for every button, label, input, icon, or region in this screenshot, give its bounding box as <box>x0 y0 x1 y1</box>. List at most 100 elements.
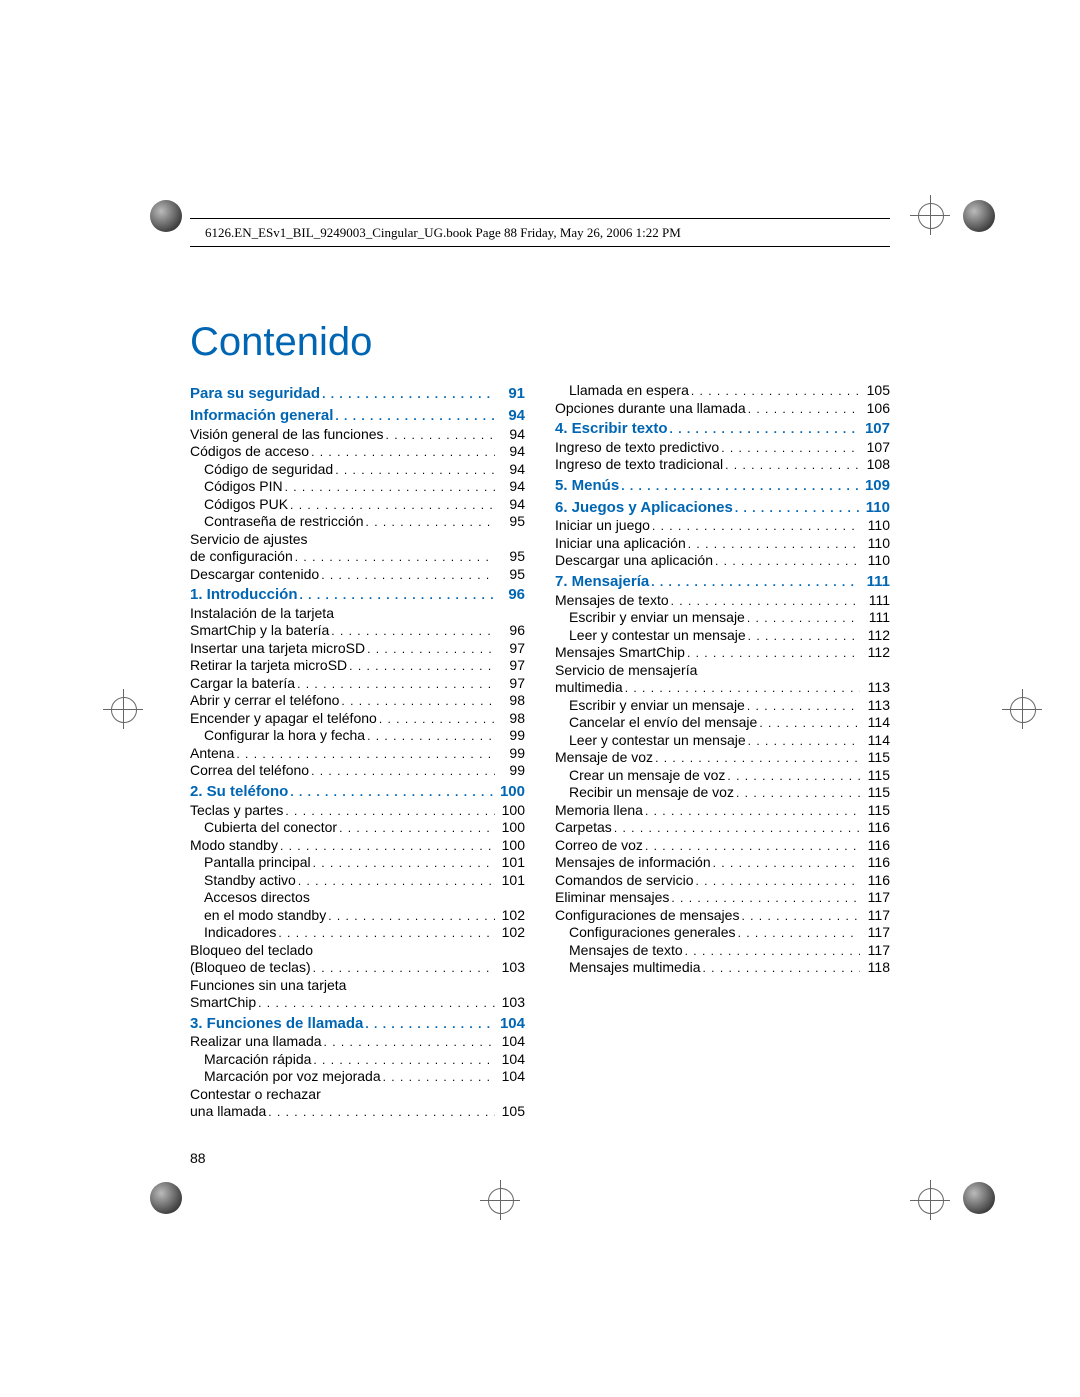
toc-leader-dots: . . . . . . . . . . . . . . . . . . . . … <box>319 568 495 583</box>
toc-leader-dots: . . . . . . . . . . . . . . . . . . . . … <box>669 594 860 609</box>
toc-entry: Correa del teléfono. . . . . . . . . . .… <box>190 762 525 780</box>
toc-label: Mensajes de texto <box>569 942 683 960</box>
toc-page-number: 94 <box>495 443 525 461</box>
toc-label: Servicio de mensajería <box>555 662 697 680</box>
toc-label: multimedia <box>555 679 623 697</box>
toc-page-number: 97 <box>495 657 525 675</box>
toc-entry: Configuraciones generales. . . . . . . .… <box>555 924 890 942</box>
toc-heading: 7. Mensajería. . . . . . . . . . . . . .… <box>555 573 890 592</box>
toc-leader-dots: . . . . . . . . . . . . . . . . . . . . … <box>326 909 495 924</box>
toc-page-number: 96 <box>495 586 525 605</box>
toc-leader-dots: . . . . . . . . . . . . . . . . . . . . … <box>739 909 860 924</box>
toc-entry: una llamada. . . . . . . . . . . . . . .… <box>190 1103 525 1121</box>
toc-page-number: 110 <box>860 552 890 570</box>
toc-leader-dots: . . . . . . . . . . . . . . . . . . . . … <box>333 463 495 478</box>
toc-entry: Carpetas. . . . . . . . . . . . . . . . … <box>555 819 890 837</box>
toc-leader-dots: . . . . . . . . . . . . . . . . . . . . … <box>685 646 860 661</box>
toc-page-number: 95 <box>495 548 525 566</box>
toc-page-number: 115 <box>860 802 890 820</box>
toc-leader-dots: . . . . . . . . . . . . . . . . . . . . … <box>694 874 860 889</box>
toc-leader-dots: . . . . . . . . . . . . . . . . . . . . … <box>745 611 860 626</box>
toc-leader-dots: . . . . . . . . . . . . . . . . . . . . … <box>757 716 860 731</box>
toc-label: en el modo standby <box>204 907 326 925</box>
toc-entry: Bloqueo del teclado <box>190 942 525 960</box>
toc-page-number: 111 <box>860 609 890 627</box>
toc-label: Accesos directos <box>204 889 310 907</box>
toc-entry: Mensajes multimedia. . . . . . . . . . .… <box>555 959 890 977</box>
toc-entry: Indicadores. . . . . . . . . . . . . . .… <box>190 924 525 942</box>
toc-label: Correo de voz <box>555 837 643 855</box>
toc-leader-dots: . . . . . . . . . . . . . . . . . . . . … <box>329 624 495 639</box>
toc-entry: Memoria llena. . . . . . . . . . . . . .… <box>555 802 890 820</box>
toc-page-number: 107 <box>860 420 890 439</box>
toc-label: 6. Juegos y Aplicaciones <box>555 499 733 518</box>
toc-entry: Insertar una tarjeta microSD. . . . . . … <box>190 640 525 658</box>
toc-page-number: 114 <box>860 714 890 732</box>
toc-entry: Funciones sin una tarjeta <box>190 977 525 995</box>
toc-label: Memoria llena <box>555 802 643 820</box>
toc-leader-dots: . . . . . . . . . . . . . . . . . . . . … <box>311 1053 495 1068</box>
toc-label: Marcación por voz mejorada <box>204 1068 381 1086</box>
toc-leader-dots: . . . . . . . . . . . . . . . . . . . . … <box>669 891 860 906</box>
toc-label: Mensajes de texto <box>555 592 669 610</box>
toc-leader-dots: . . . . . . . . . . . . . . . . . . . . … <box>381 1070 495 1085</box>
toc-entry: SmartChip. . . . . . . . . . . . . . . .… <box>190 994 525 1012</box>
toc-label: Abrir y cerrar el teléfono <box>190 692 339 710</box>
toc-entry: Visión general de las funciones. . . . .… <box>190 426 525 444</box>
toc-leader-dots: . . . . . . . . . . . . . . . . . . . . … <box>320 387 495 402</box>
toc-leader-dots: . . . . . . . . . . . . . . . . . . . . … <box>309 445 495 460</box>
print-mark-sphere <box>963 1182 995 1214</box>
toc-page-number: 108 <box>860 456 890 474</box>
toc-entry: Mensajes de información. . . . . . . . .… <box>555 854 890 872</box>
toc-leader-dots: . . . . . . . . . . . . . . . . . . . . … <box>653 751 860 766</box>
toc-page-number: 105 <box>860 382 890 400</box>
toc-entry: Servicio de mensajería <box>555 662 890 680</box>
toc-page-number: 102 <box>495 924 525 942</box>
toc-heading: 6. Juegos y Aplicaciones. . . . . . . . … <box>555 499 890 518</box>
toc-page-number: 110 <box>860 499 890 518</box>
toc-page-number: 115 <box>860 749 890 767</box>
toc-label: Leer y contestar un mensaje <box>569 627 746 645</box>
toc-entry: multimedia. . . . . . . . . . . . . . . … <box>555 679 890 697</box>
toc-page-number: 116 <box>860 872 890 890</box>
toc-label: 7. Mensajería <box>555 573 649 592</box>
toc-label: Cancelar el envío del mensaje <box>569 714 757 732</box>
toc-page-number: 114 <box>860 732 890 750</box>
toc-page-number: 100 <box>495 819 525 837</box>
toc-entry: Códigos de acceso. . . . . . . . . . . .… <box>190 443 525 461</box>
toc-label: Descargar una aplicación <box>555 552 713 570</box>
toc-label: (Bloqueo de teclas) <box>190 959 311 977</box>
toc-entry: Ingreso de texto tradicional. . . . . . … <box>555 456 890 474</box>
toc-heading: 5. Menús. . . . . . . . . . . . . . . . … <box>555 477 890 496</box>
toc-entry: (Bloqueo de teclas). . . . . . . . . . .… <box>190 959 525 977</box>
toc-page-number: 103 <box>495 994 525 1012</box>
toc-page-number: 100 <box>495 837 525 855</box>
toc-heading: Para su seguridad. . . . . . . . . . . .… <box>190 385 525 404</box>
toc-label: Mensajes de información <box>555 854 711 872</box>
toc-label: Descargar contenido <box>190 566 319 584</box>
toc-entry: Standby activo. . . . . . . . . . . . . … <box>190 872 525 890</box>
crop-mark <box>103 689 143 729</box>
toc-entry: Marcación rápida. . . . . . . . . . . . … <box>190 1051 525 1069</box>
toc-page-number: 111 <box>860 592 890 610</box>
toc-leader-dots: . . . . . . . . . . . . . . . . . . . . … <box>298 588 495 603</box>
toc-page-number: 102 <box>495 907 525 925</box>
toc-page-number: 112 <box>860 644 890 662</box>
toc-label: Carpetas <box>555 819 612 837</box>
toc-label: Funciones sin una tarjeta <box>190 977 346 995</box>
toc-leader-dots: . . . . . . . . . . . . . . . . . . . . … <box>364 515 495 530</box>
header-rule-bottom <box>190 246 890 247</box>
toc-entry: Mensajes de texto. . . . . . . . . . . .… <box>555 592 890 610</box>
toc-leader-dots: . . . . . . . . . . . . . . . . . . . . … <box>643 839 860 854</box>
toc-label: una llamada <box>190 1103 266 1121</box>
crop-mark <box>910 1180 950 1220</box>
toc-page-number: 117 <box>860 924 890 942</box>
toc-page-number: 115 <box>860 767 890 785</box>
toc-label: Cubierta del conector <box>204 819 337 837</box>
toc-page-number: 116 <box>860 854 890 872</box>
toc-entry: Encender y apagar el teléfono. . . . . .… <box>190 710 525 728</box>
toc-entry: Descargar contenido. . . . . . . . . . .… <box>190 566 525 584</box>
toc-page-number: 94 <box>495 496 525 514</box>
toc-entry: de configuración. . . . . . . . . . . . … <box>190 548 525 566</box>
toc-page-number: 116 <box>860 819 890 837</box>
